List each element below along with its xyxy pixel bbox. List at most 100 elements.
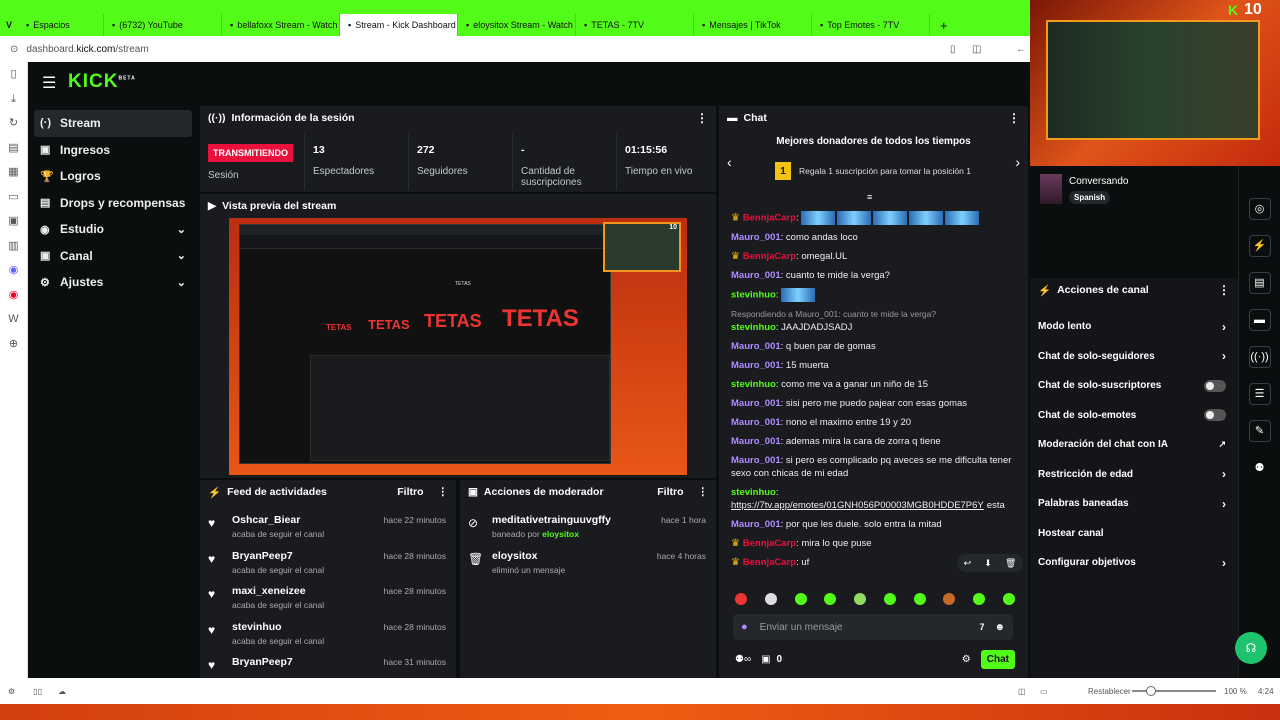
emote-1[interactable] [735,593,747,605]
mod-more-icon[interactable]: ⋮ [698,486,709,498]
chat-username[interactable]: BennjaCarp [743,557,796,568]
chevron-down-icon[interactable]: ⌄ [177,276,186,289]
reply-icon[interactable]: ↩ [964,558,972,569]
chevron-right-icon[interactable]: › [1222,349,1226,363]
channel-action-item[interactable]: Chat de solo-suscriptores [1030,371,1238,401]
reset-zoom-button[interactable]: Restablecer [1088,687,1131,696]
reader-icon[interactable]: ▥ [0,234,27,259]
chat-message[interactable]: Mauro_001: por que les duele. solo entra… [719,515,1028,534]
tile-icon[interactable]: ▭ [1040,687,1048,696]
chat-username[interactable]: Mauro_001 [731,519,781,530]
gift-icon[interactable]: ▣ [761,654,770,665]
donors-next-icon[interactable]: › [1015,154,1020,170]
translate-icon[interactable]: ▦ [0,160,27,185]
qa-doc[interactable]: ▤ [1239,264,1280,301]
feed-item[interactable]: ♥ BryanPeep7 acaba de seguir el canal hace … [200,546,456,582]
window-icon[interactable]: ▭ [0,185,27,210]
browser-tab[interactable]: ▪ eloysitox Stream - Watch L [458,14,577,36]
qa-list[interactable]: ☰ [1239,375,1280,412]
chat-message[interactable]: ♛ BennjaCarp: [719,208,1028,228]
points-icon[interactable]: ⚉∞ [735,654,751,665]
chat-username[interactable]: BennjaCarp [743,251,796,262]
sidebar-item-drops-y-recompensas[interactable]: ▤ Drops y recompensas [28,190,198,217]
panel-icon[interactable]: ▯▯ [33,687,42,696]
chat-message[interactable]: ♛ BennjaCarp: omegal.UL [719,247,1028,266]
chat-message[interactable]: Mauro_001: ademas mira la cara de zorra … [719,432,1028,451]
downloads-icon[interactable]: ⤓ [0,87,27,112]
stream-preview-video[interactable]: TETAS TETAS TETAS TETAS TETAS 10 [229,218,687,475]
emoji-icon[interactable]: ☻ [994,622,1005,633]
external-link-icon[interactable]: ↗ [1218,439,1226,450]
chat-username[interactable]: stevinhuo [731,290,776,301]
chat-username[interactable]: Mauro_001 [731,398,781,409]
channel-action-item[interactable]: Moderación del chat con IA ↗ [1030,430,1238,460]
chevron-down-icon[interactable]: ⌄ [177,223,186,236]
chat-link[interactable]: https://7tv.app/emotes/01GNH056P00003MGB… [731,500,984,511]
channel-actions-more-icon[interactable]: ⋮ [1218,283,1230,297]
channel-action-item[interactable]: Chat de solo-emotes [1030,401,1238,431]
channel-action-item[interactable]: Hostear canal [1030,519,1238,549]
qa-share[interactable]: ⚉ [1239,449,1280,486]
back-icon[interactable]: ← [1016,44,1026,55]
channel-action-item[interactable]: Configurar objetivos › [1030,548,1238,578]
notes-icon[interactable]: ▤ [0,136,27,161]
channel-action-item[interactable]: Modo lento › [1030,312,1238,342]
chevron-down-icon[interactable]: ⌄ [177,249,186,262]
chat-message[interactable]: stevinhuo: https://7tv.app/emotes/01GNH0… [719,483,1028,515]
qa-clip[interactable]: ◎ [1239,190,1280,227]
mod-action-by[interactable]: eloysitox [542,529,579,539]
bookmarks-icon[interactable]: ▯ [0,62,27,87]
chat-username[interactable]: stevinhuo [731,487,776,498]
feed-more-icon[interactable]: ⋮ [438,486,449,498]
sidebar-toggle-icon[interactable]: ◫ [972,44,981,55]
cloud-icon[interactable]: ☁ [58,687,66,696]
emote-9[interactable] [973,593,986,605]
sidebar-item-ingresos[interactable]: ▣ Ingresos [28,137,198,164]
zoom-slider-thumb[interactable] [1146,686,1156,696]
wikipedia-icon[interactable]: W [0,307,27,332]
sidebar-item-stream[interactable]: (·) Stream [34,110,192,137]
toggle-switch[interactable] [1204,379,1226,392]
calendar-icon[interactable]: ▣ [0,209,27,234]
chat-message[interactable]: Mauro_001: si pero es complicado pq avec… [719,451,1028,483]
pin-message-icon[interactable]: ⬇ [984,558,992,569]
sidebar-item-estudio[interactable]: ◉ Estudio ⌄ [28,216,198,243]
chat-message[interactable]: Mauro_001: sisi pero me puedo pajear con… [719,394,1028,413]
toggle-switch[interactable] [1204,409,1226,422]
menu-icon[interactable]: ☰ [42,73,56,93]
emote-8[interactable] [943,593,956,605]
chat-message[interactable]: stevinhuo: como me va a ganar un niño de… [719,375,1028,394]
channel-action-item[interactable]: Palabras baneadas › [1030,489,1238,519]
history-icon[interactable]: ↻ [0,111,27,136]
chat-settings-icon[interactable]: ⚙ [962,654,971,665]
chat-username[interactable]: Mauro_001 [731,436,781,447]
qa-live[interactable]: ((·)) [1239,338,1280,375]
chat-message[interactable]: stevinhuo: [719,285,1028,305]
browser-tab[interactable]: ▪ Top Emotes - 7TV [812,14,931,36]
chat-username[interactable]: Mauro_001 [731,417,781,428]
qa-bolt[interactable]: ⚡ [1239,227,1280,264]
chat-username[interactable]: Mauro_001 [731,455,781,466]
chat-message[interactable]: Mauro_001: 15 muerta [719,356,1028,375]
7tv-icon[interactable]: 7 [979,622,984,632]
qa-chat[interactable]: ▬ [1239,301,1280,338]
mod-filter-button[interactable]: Filtro [657,486,683,498]
category-card[interactable]: Conversando Spanish [1030,166,1238,216]
chat-username[interactable]: Mauro_001 [731,232,781,243]
chat-message[interactable]: Mauro_001: como andas loco [719,228,1028,247]
chat-username[interactable]: BennjaCarp [743,538,796,549]
chevron-right-icon[interactable]: › [1222,320,1226,334]
feed-item[interactable]: ♥ stevinhuo acaba de seguir el canal hace 2… [200,617,456,653]
mod-item[interactable]: 🗑 eloysitox eliminó un mensaje hace 4 horas [460,546,716,582]
emote-6[interactable] [883,593,896,605]
chat-username[interactable]: stevinhuo [731,322,776,333]
emote-10[interactable] [1002,593,1015,605]
feed-filter-button[interactable]: Filtro [397,486,423,498]
chevron-right-icon[interactable]: › [1222,467,1226,481]
browser-tab[interactable]: ▪ Espacios [18,14,105,36]
sidebar-item-logros[interactable]: 🏆 Logros [28,163,198,190]
chat-send-button[interactable]: Chat [980,649,1015,669]
support-button[interactable]: ☊ [1235,632,1267,664]
browser-tab[interactable]: ▪ TETAS - 7TV [576,14,695,36]
emote-4[interactable] [824,593,837,605]
